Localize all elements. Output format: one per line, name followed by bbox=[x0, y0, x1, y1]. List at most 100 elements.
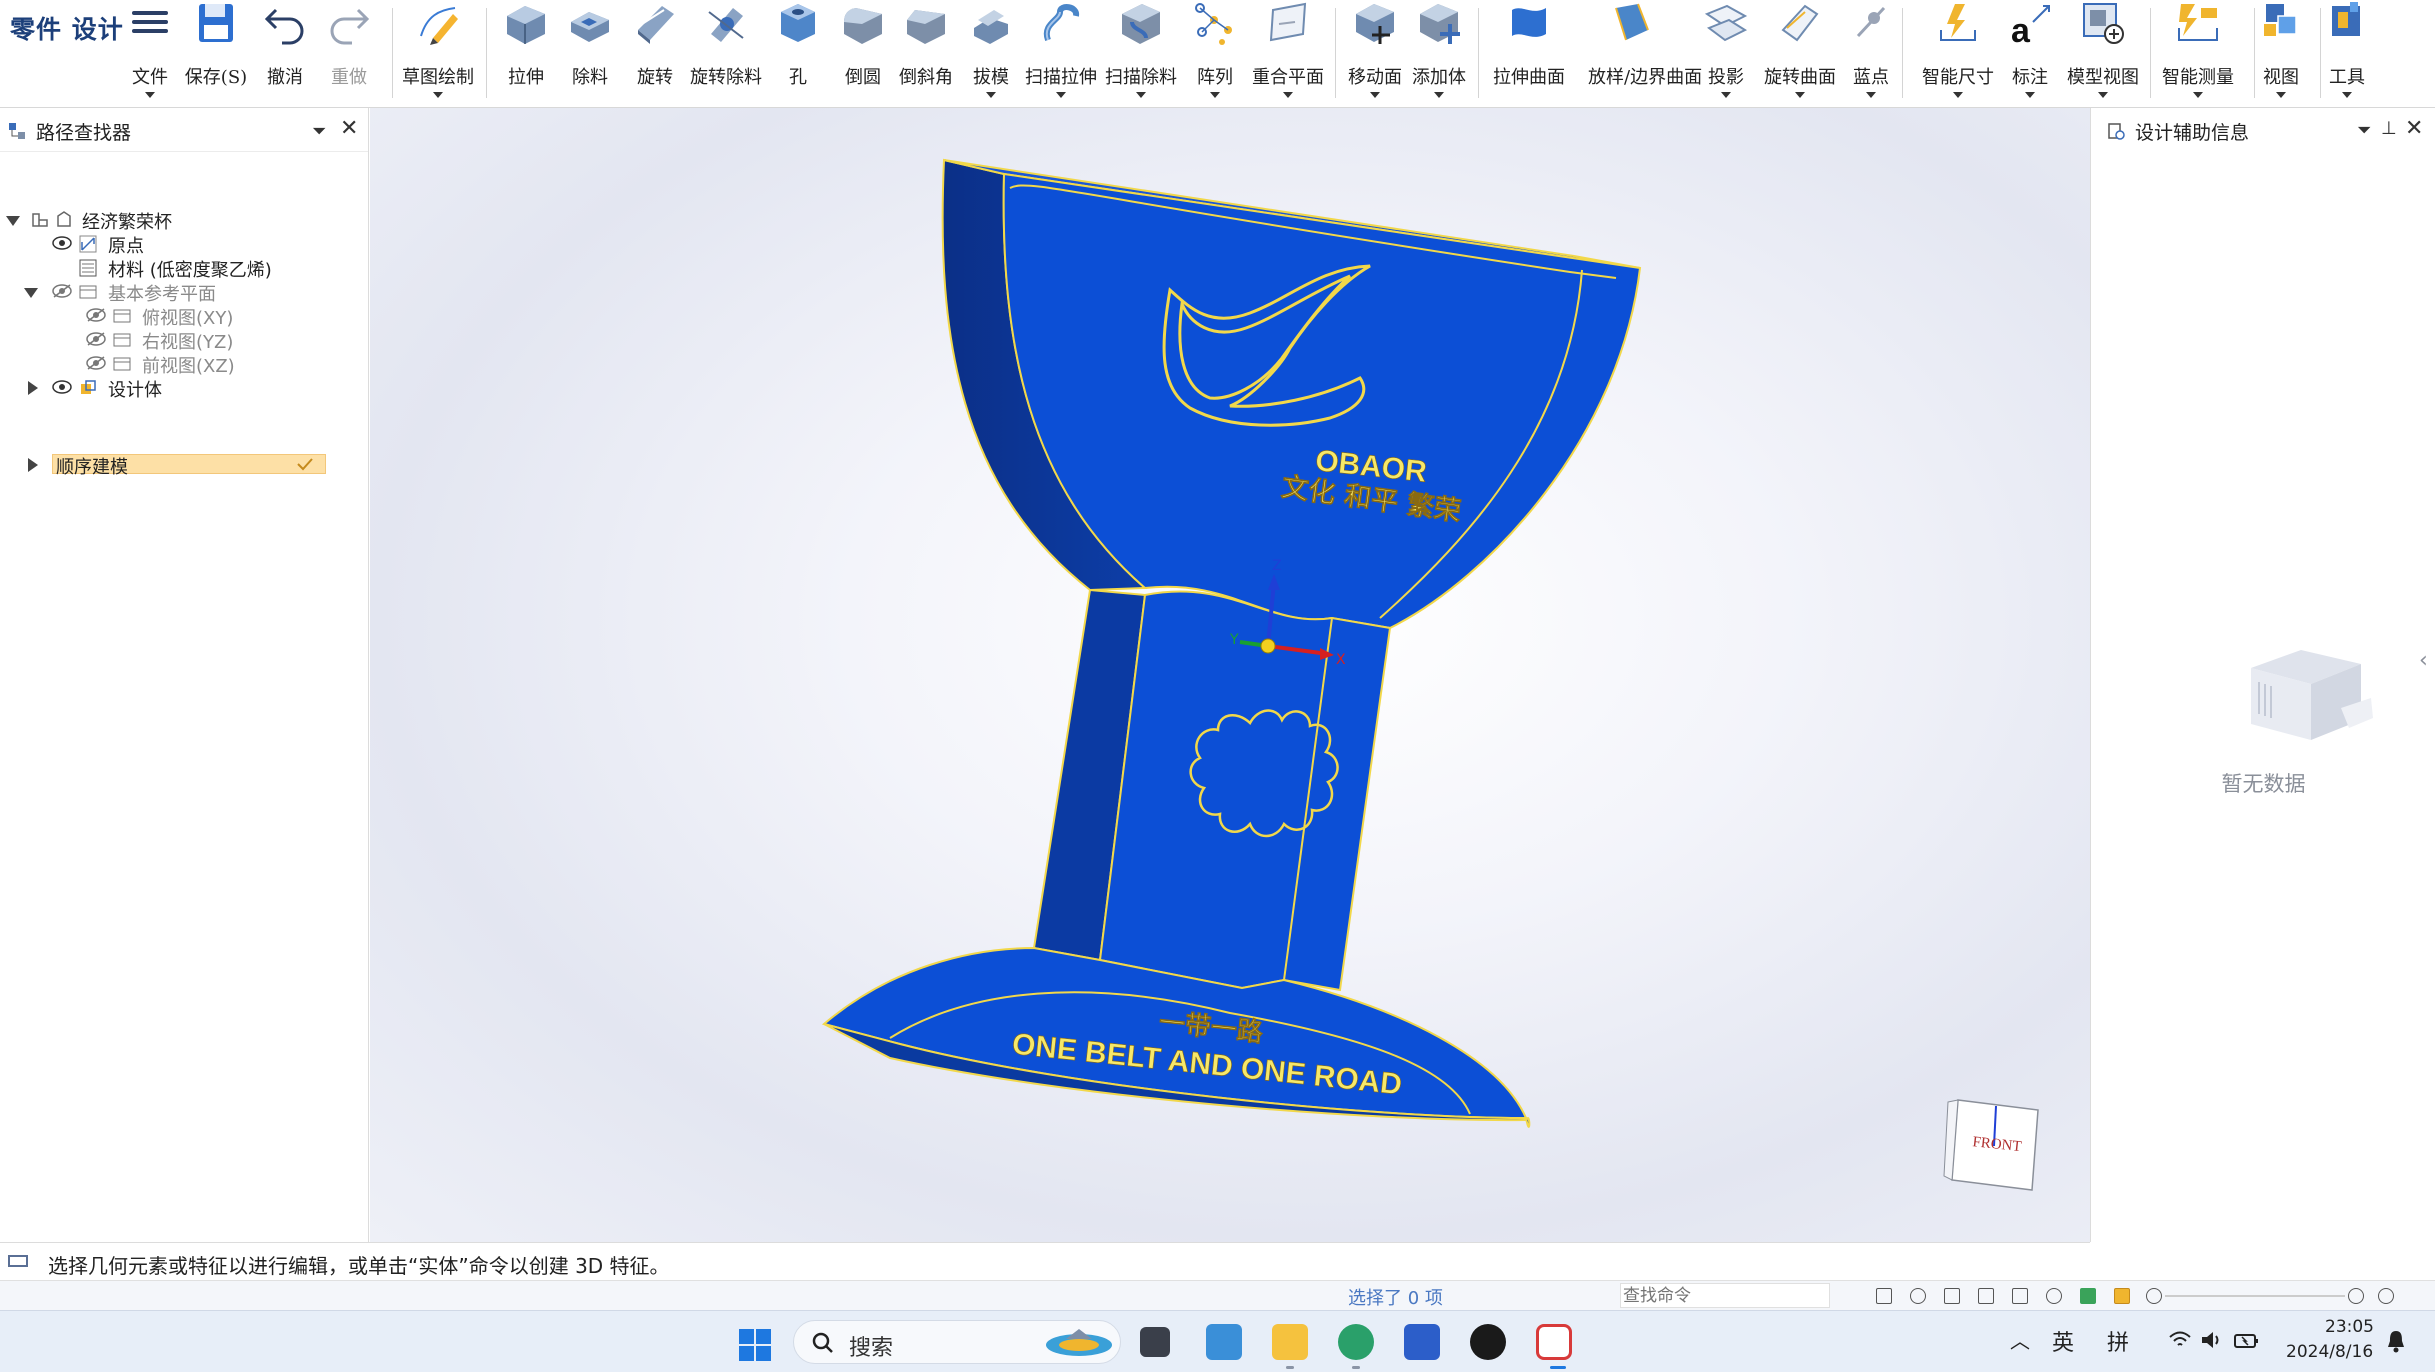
tree-item-design-body[interactable]: 设计体 bbox=[0, 376, 360, 401]
add-body-button[interactable]: 添加体 bbox=[1412, 0, 1466, 104]
eye-hidden-icon[interactable] bbox=[86, 356, 106, 370]
tools-label: 工具 bbox=[2329, 67, 2365, 88]
store-icon[interactable] bbox=[1404, 1324, 1440, 1360]
revolve-icon bbox=[638, 6, 674, 44]
eye-hidden-icon[interactable] bbox=[52, 284, 72, 298]
zoom-area-icon[interactable] bbox=[1978, 1288, 1994, 1304]
cut-button[interactable]: 除料 bbox=[567, 0, 613, 104]
edge-browser-icon[interactable] bbox=[1338, 1324, 1374, 1360]
command-search-input[interactable] bbox=[1620, 1283, 1830, 1308]
tree-item-plane-xy[interactable]: 俯视图(XY) bbox=[0, 304, 360, 329]
zoom-icon[interactable] bbox=[1910, 1288, 1926, 1304]
pan-icon[interactable] bbox=[2012, 1288, 2028, 1304]
view-settings-icon[interactable] bbox=[2378, 1288, 2394, 1304]
tree-item-material[interactable]: 材料 (低密度聚乙烯) bbox=[0, 256, 360, 281]
notification-bell-icon[interactable] bbox=[2386, 1329, 2406, 1353]
battery-icon[interactable] bbox=[2234, 1329, 2260, 1351]
save-button[interactable]: 保存(S) bbox=[185, 0, 247, 104]
tree-item-origin[interactable]: 原点 bbox=[0, 232, 360, 257]
close-icon[interactable]: ✕ bbox=[340, 116, 358, 141]
fillet-button[interactable]: 倒圆 bbox=[840, 0, 886, 104]
cad-app-icon[interactable] bbox=[1536, 1324, 1572, 1360]
view-button[interactable]: 视图 bbox=[2258, 0, 2304, 104]
pattern-button[interactable]: 阵列 bbox=[1192, 0, 1238, 104]
tree-item-plane-xz[interactable]: 前视图(XZ) bbox=[0, 352, 360, 377]
sweep-cut-button[interactable]: 扫描除料 bbox=[1105, 0, 1177, 104]
hole-icon bbox=[781, 4, 815, 42]
volume-icon[interactable] bbox=[2200, 1329, 2224, 1351]
zoom-slider[interactable] bbox=[2165, 1295, 2345, 1297]
blue-point-button[interactable]: 蓝点 bbox=[1848, 0, 1894, 104]
eye-hidden-icon[interactable] bbox=[86, 308, 106, 322]
qq-icon[interactable] bbox=[1470, 1324, 1506, 1360]
plane-icon bbox=[1269, 2, 1307, 42]
extrude-surface-button[interactable]: 拉伸曲面 bbox=[1493, 0, 1565, 104]
draft-button[interactable]: 拔模 bbox=[968, 0, 1014, 104]
cut-icon bbox=[571, 12, 609, 42]
revolve-surface-button[interactable]: 旋转曲面 bbox=[1764, 0, 1836, 104]
panel-options-icon[interactable]: ⏷ bbox=[2357, 120, 2371, 141]
loft-surface-button[interactable]: 放样/边界曲面 bbox=[1588, 0, 1702, 104]
file-button[interactable]: 文件 bbox=[126, 0, 174, 104]
expand-arrow-icon[interactable] bbox=[28, 458, 38, 472]
ime-mode[interactable]: 拼 bbox=[2107, 1325, 2129, 1357]
chamfer-button[interactable]: 倒斜角 bbox=[899, 0, 953, 104]
fit-view-icon[interactable] bbox=[1944, 1288, 1960, 1304]
expand-arrow-icon[interactable] bbox=[6, 216, 20, 226]
tree-item-plane-yz[interactable]: 右视图(YZ) bbox=[0, 328, 360, 353]
sketch-button[interactable]: 草图绘制 bbox=[402, 0, 474, 104]
taskbar-search-box[interactable]: 搜索 bbox=[793, 1320, 1121, 1364]
extrude-button[interactable]: 拉伸 bbox=[503, 0, 549, 104]
view-mode-icon[interactable] bbox=[1876, 1288, 1892, 1304]
axis-z-label: Z bbox=[1272, 558, 1282, 574]
chevron-left-icon[interactable]: ‹ bbox=[2419, 648, 2428, 673]
expand-arrow-icon[interactable] bbox=[28, 381, 38, 395]
revolve-button[interactable]: 旋转 bbox=[632, 0, 678, 104]
prompt-text: 选择几何元素或特征以进行编辑，或单击“实体”命令以创建 3D 特征。 bbox=[48, 1254, 670, 1278]
sweep-button[interactable]: 扫描拉伸 bbox=[1025, 0, 1097, 104]
ime-language[interactable]: 英 bbox=[2052, 1325, 2074, 1357]
file-explorer-icon[interactable] bbox=[1272, 1324, 1308, 1360]
prompt-bar: 选择几何元素或特征以进行编辑，或单击“实体”命令以创建 3D 特征。 bbox=[0, 1242, 2090, 1280]
close-icon[interactable]: ✕ bbox=[2405, 116, 2423, 141]
smart-measure-button[interactable]: 智能测量 bbox=[2162, 0, 2234, 104]
project-button[interactable]: 投影 bbox=[1703, 0, 1749, 104]
revolve-cut-button[interactable]: 旋转除料 bbox=[690, 0, 762, 104]
wifi-icon[interactable] bbox=[2168, 1329, 2192, 1351]
eye-icon[interactable] bbox=[52, 236, 72, 250]
windows-start-icon[interactable] bbox=[738, 1328, 772, 1362]
eye-icon[interactable] bbox=[52, 380, 72, 394]
hole-button[interactable]: 孔 bbox=[775, 0, 821, 104]
expand-arrow-icon[interactable] bbox=[24, 288, 38, 298]
tree-item-label: 顺序建模 bbox=[56, 457, 128, 478]
zoom-in-icon[interactable] bbox=[2348, 1288, 2364, 1304]
widgets-icon[interactable] bbox=[1206, 1324, 1242, 1360]
clock-date[interactable]: 2024/8/16 bbox=[2286, 1342, 2373, 1362]
layers-icon[interactable] bbox=[2114, 1288, 2130, 1304]
model-view-button[interactable]: 模型视图 bbox=[2067, 0, 2139, 104]
clock-time[interactable]: 23:05 bbox=[2325, 1317, 2374, 1337]
tools-button[interactable]: 工具 bbox=[2324, 0, 2370, 104]
tree-item-reference-planes[interactable]: 基本参考平面 bbox=[0, 280, 360, 305]
task-view-icon[interactable] bbox=[1140, 1327, 1170, 1357]
tree-item-sequential-modeling[interactable]: 顺序建模 bbox=[0, 453, 360, 478]
smart-measure-icon bbox=[2178, 4, 2218, 41]
redo-button[interactable]: 重做 bbox=[326, 0, 372, 104]
trophy-model[interactable]: OBAOR 文化 和平 繁荣 一带一路 ONE BELT AND ONE ROA… bbox=[370, 108, 2090, 1242]
panel-options-icon[interactable]: ⏷ bbox=[312, 121, 326, 142]
move-face-button[interactable]: 移动面 bbox=[1348, 0, 1402, 104]
rotate-icon[interactable] bbox=[2046, 1288, 2062, 1304]
pin-icon[interactable]: ⊥ bbox=[2381, 118, 2397, 139]
view-cube[interactable]: FRONT bbox=[1940, 1088, 2050, 1198]
plane-icon bbox=[113, 357, 131, 371]
smart-dimension-button[interactable]: 智能尺寸 bbox=[1922, 0, 1994, 104]
undo-button[interactable]: 撤消 bbox=[262, 0, 308, 104]
chevron-up-icon[interactable]: ︿ bbox=[2010, 1325, 2030, 1354]
3d-viewport[interactable]: OBAOR 文化 和平 繁荣 一带一路 ONE BELT AND ONE ROA… bbox=[370, 108, 2090, 1242]
display-icon[interactable] bbox=[2080, 1288, 2096, 1304]
zoom-out-icon[interactable] bbox=[2146, 1288, 2162, 1304]
coincident-plane-button[interactable]: 重合平面 bbox=[1252, 0, 1324, 104]
eye-hidden-icon[interactable] bbox=[86, 332, 106, 346]
annotate-button[interactable]: a 标注 bbox=[2007, 0, 2053, 104]
tree-item-root[interactable]: 经济繁荣杯 bbox=[0, 208, 360, 233]
